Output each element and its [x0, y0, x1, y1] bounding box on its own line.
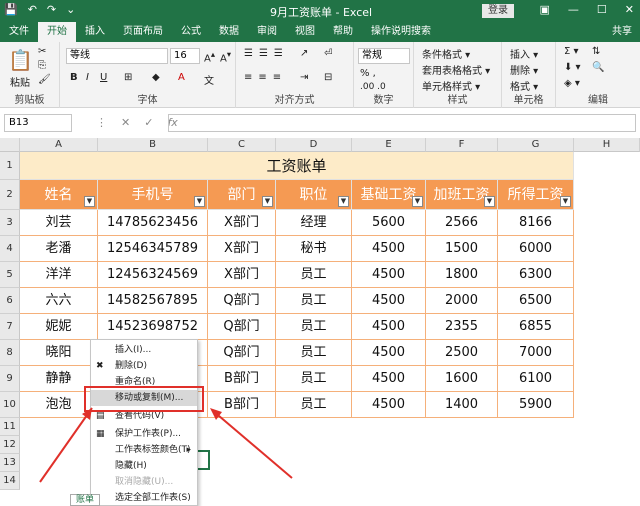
arrow-left-head	[82, 408, 92, 420]
annotation-arrows	[39, 407, 293, 483]
arrow-left	[39, 407, 93, 483]
sheet-tab[interactable]: 账单	[70, 494, 100, 506]
arrow-right	[211, 409, 293, 479]
